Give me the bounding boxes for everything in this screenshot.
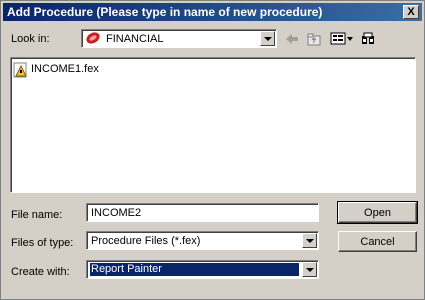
close-button[interactable]: X [403, 5, 419, 19]
up-folder-icon[interactable] [306, 31, 322, 47]
create-with-combobox[interactable]: Report Painter [86, 260, 319, 279]
file-list[interactable] [10, 57, 416, 193]
back-arrow-icon[interactable] [284, 31, 300, 47]
dialog-title: Add Procedure (Please type in name of ne… [7, 5, 323, 19]
create-with-label: Create with: [11, 266, 70, 278]
look-in-combobox[interactable]: FINANCIAL [81, 29, 277, 48]
add-procedure-dialog: Add Procedure (Please type in name of ne… [0, 0, 425, 300]
file-name-label: File name: [11, 209, 63, 221]
open-button[interactable]: Open [337, 201, 418, 224]
files-of-type-combobox[interactable]: Procedure Files (*.fex) [86, 231, 319, 250]
create-with-value: Report Painter [90, 263, 299, 276]
look-in-value: FINANCIAL [106, 33, 164, 45]
look-in-dropdown-button[interactable] [260, 31, 275, 46]
files-of-type-label: Files of type: [11, 237, 74, 249]
look-in-label: Look in: [11, 33, 50, 45]
title-bar: Add Procedure (Please type in name of ne… [3, 3, 422, 21]
view-menu-icon[interactable] [330, 31, 354, 47]
file-name-input[interactable]: INCOME2 [86, 203, 319, 222]
file-name-value: INCOME2 [91, 207, 142, 219]
fex-file-icon [13, 62, 27, 78]
files-of-type-value: Procedure Files (*.fex) [91, 235, 201, 247]
cancel-button[interactable]: Cancel [338, 231, 417, 252]
create-with-dropdown-button[interactable] [302, 262, 317, 277]
properties-icon[interactable] [360, 31, 376, 47]
folder-icon [86, 32, 100, 44]
files-of-type-dropdown-button[interactable] [302, 233, 317, 248]
file-name-text: INCOME1.fex [31, 63, 99, 75]
